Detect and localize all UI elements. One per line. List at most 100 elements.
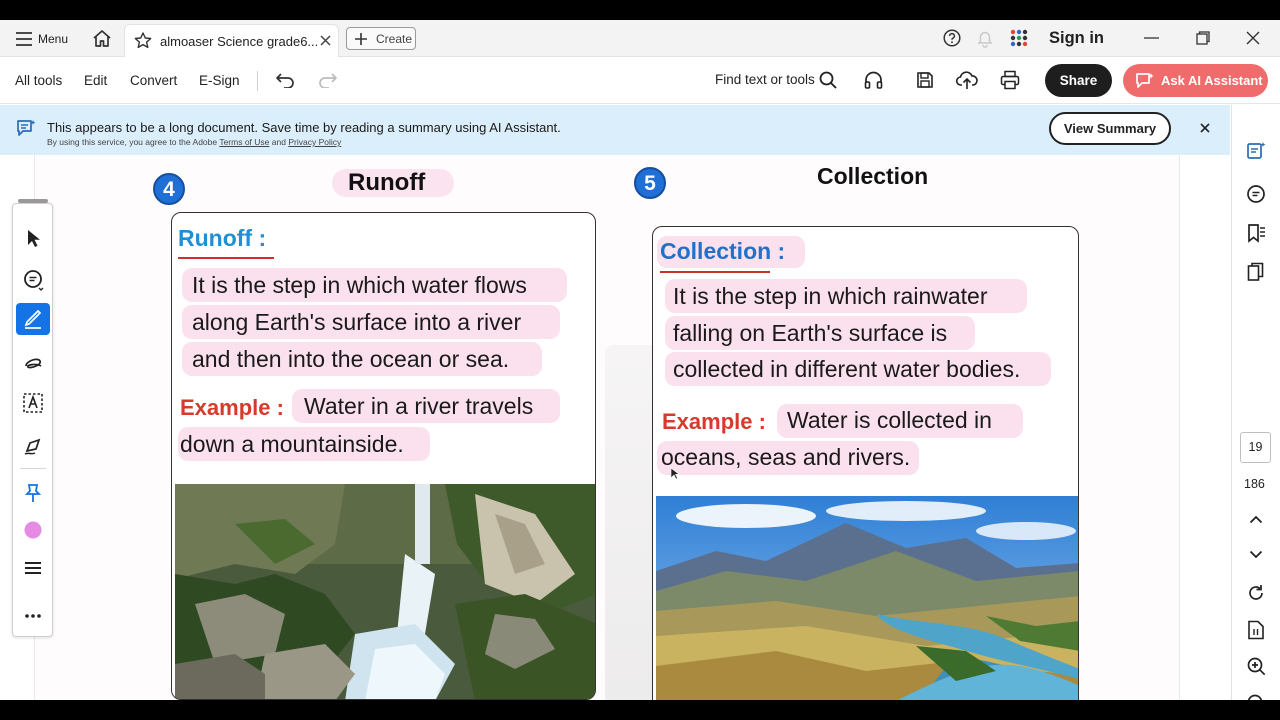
collection-definition-line-3: collected in different water bodies. xyxy=(673,356,1021,382)
toolbar-divider xyxy=(257,71,258,91)
fill-sign-icon[interactable] xyxy=(17,429,49,461)
zoom-in-icon[interactable] xyxy=(1247,657,1266,676)
esign-menu[interactable]: E-Sign xyxy=(199,73,240,88)
help-icon[interactable] xyxy=(943,29,961,47)
collection-term: Collection : xyxy=(660,238,786,264)
step-number-badge: 4 xyxy=(153,173,185,205)
redo-icon[interactable] xyxy=(318,72,338,88)
collection-card: Collection : It is the step in which rai… xyxy=(652,226,1079,700)
zoom-out-icon[interactable] xyxy=(1247,694,1266,700)
text-box-icon[interactable] xyxy=(17,387,49,419)
collection-example-label: Example : xyxy=(662,409,766,434)
collection-term-underline xyxy=(660,271,770,273)
collection-example-line-2: oceans, seas and rivers. xyxy=(661,444,911,470)
main-toolbar: All tools Edit Convert E-Sign Find text … xyxy=(0,58,1280,104)
create-label: Create xyxy=(376,32,413,46)
close-tab-icon[interactable] xyxy=(320,35,331,46)
cloud-upload-icon[interactable] xyxy=(956,70,978,90)
ai-assistant-label: Ask AI Assistant xyxy=(1161,73,1263,88)
share-button[interactable]: Share xyxy=(1045,64,1112,97)
pdf-page: 4 Runoff Runoff : It is the step in whic… xyxy=(34,155,1180,700)
palette-drag-handle[interactable] xyxy=(18,199,48,203)
tab-title: almoaser Science grade6... xyxy=(160,34,319,49)
runoff-card: Runoff : It is the step in which water f… xyxy=(171,212,596,700)
terms-and: and xyxy=(271,137,286,147)
minimize-icon[interactable] xyxy=(1144,37,1159,39)
runoff-example-line-2: down a mountainside. xyxy=(180,431,404,457)
runoff-term: Runoff : xyxy=(178,225,267,251)
terms-of-use-link[interactable]: Terms of Use xyxy=(219,137,269,147)
print-icon[interactable] xyxy=(1000,70,1020,90)
more-options-icon[interactable] xyxy=(17,600,49,632)
ai-assistant-button[interactable]: Ask AI Assistant xyxy=(1123,64,1268,97)
highlight-pen-icon[interactable] xyxy=(17,303,49,335)
comments-icon[interactable] xyxy=(1246,184,1266,204)
waterfall-photo xyxy=(175,484,595,699)
runoff-heading-text: Runoff xyxy=(348,169,426,196)
apps-grid-icon[interactable] xyxy=(1010,29,1028,47)
search-icon xyxy=(819,71,837,89)
document-tab[interactable]: almoaser Science grade6... xyxy=(124,24,339,57)
restore-icon[interactable] xyxy=(1196,31,1210,45)
color-picker-swatch-icon[interactable] xyxy=(17,514,49,546)
add-comment-icon[interactable] xyxy=(17,264,49,296)
terms-prefix: By using this service, you agree to the … xyxy=(47,137,218,147)
step-number-badge: 5 xyxy=(634,167,666,199)
rotate-icon[interactable] xyxy=(1247,584,1265,602)
close-window-icon[interactable] xyxy=(1246,31,1260,45)
plus-icon xyxy=(355,33,367,45)
pin-icon[interactable] xyxy=(17,477,49,509)
quick-tools-palette xyxy=(12,199,53,637)
ai-assistant-icon xyxy=(1136,73,1154,88)
notifications-bell-icon[interactable] xyxy=(976,29,994,48)
collection-example-line-1: Water is collected in xyxy=(787,407,992,433)
river-valley-photo xyxy=(656,496,1078,700)
page-thumbnails-icon[interactable] xyxy=(1247,262,1265,282)
title-bar: Menu almoaser Science grade6... Create S… xyxy=(0,20,1280,57)
line-weight-icon[interactable] xyxy=(17,552,49,584)
close-banner-icon[interactable] xyxy=(1200,123,1210,133)
right-rail: 19 186 xyxy=(1220,105,1280,700)
all-tools-menu[interactable]: All tools xyxy=(15,73,62,88)
select-cursor-icon[interactable] xyxy=(17,222,49,254)
runoff-term-underline xyxy=(178,257,274,259)
ai-summary-banner: This appears to be a long document. Save… xyxy=(0,105,1230,155)
runoff-example-line-1: Water in a river travels xyxy=(304,393,534,419)
next-page-chevron-down-icon[interactable] xyxy=(1249,550,1263,559)
find-tool[interactable]: Find text or tools xyxy=(715,66,840,96)
undo-icon[interactable] xyxy=(275,72,295,88)
bookmarks-icon[interactable] xyxy=(1246,223,1266,243)
runoff-definition-line-2: along Earth's surface into a river xyxy=(192,309,522,335)
mouse-cursor-icon xyxy=(670,467,679,480)
previous-page-chevron-up-icon[interactable] xyxy=(1249,515,1263,524)
runoff-example-label: Example : xyxy=(180,395,284,420)
palette-divider xyxy=(20,468,46,469)
ai-chat-icon[interactable] xyxy=(1246,141,1266,161)
page-number-box[interactable]: 19 xyxy=(1240,432,1271,463)
create-button[interactable]: Create xyxy=(346,27,416,50)
runoff-definition-line-3: and then into the ocean or sea. xyxy=(192,346,510,372)
ai-summary-icon xyxy=(17,120,36,136)
hamburger-icon xyxy=(16,32,32,46)
find-label: Find text or tools xyxy=(715,72,815,87)
read-aloud-headphones-icon[interactable] xyxy=(864,71,883,90)
home-icon[interactable] xyxy=(92,29,112,48)
acrobat-window: Menu almoaser Science grade6... Create S… xyxy=(0,20,1280,700)
banner-message: This appears to be a long document. Save… xyxy=(47,120,561,135)
save-icon[interactable] xyxy=(916,71,934,89)
draw-freeform-icon[interactable] xyxy=(17,346,49,378)
privacy-policy-link[interactable]: Privacy Policy xyxy=(288,137,341,147)
collection-definition-line-2: falling on Earth's surface is xyxy=(673,320,948,346)
convert-menu[interactable]: Convert xyxy=(130,73,177,88)
edit-menu[interactable]: Edit xyxy=(84,73,107,88)
view-summary-button[interactable]: View Summary xyxy=(1049,112,1171,145)
star-icon[interactable] xyxy=(134,32,152,49)
runoff-definition-line-1: It is the step in which water flows xyxy=(192,272,527,298)
document-viewport[interactable]: 4 Runoff Runoff : It is the step in whic… xyxy=(0,155,1230,700)
menu-button[interactable]: Menu xyxy=(10,28,72,50)
collection-definition-line-1: It is the step in which rainwater xyxy=(673,283,988,309)
runoff-heading: Runoff xyxy=(332,169,454,197)
page-fit-icon[interactable] xyxy=(1247,620,1265,640)
sign-in-link[interactable]: Sign in xyxy=(1049,29,1104,48)
collection-heading: Collection xyxy=(817,163,929,189)
